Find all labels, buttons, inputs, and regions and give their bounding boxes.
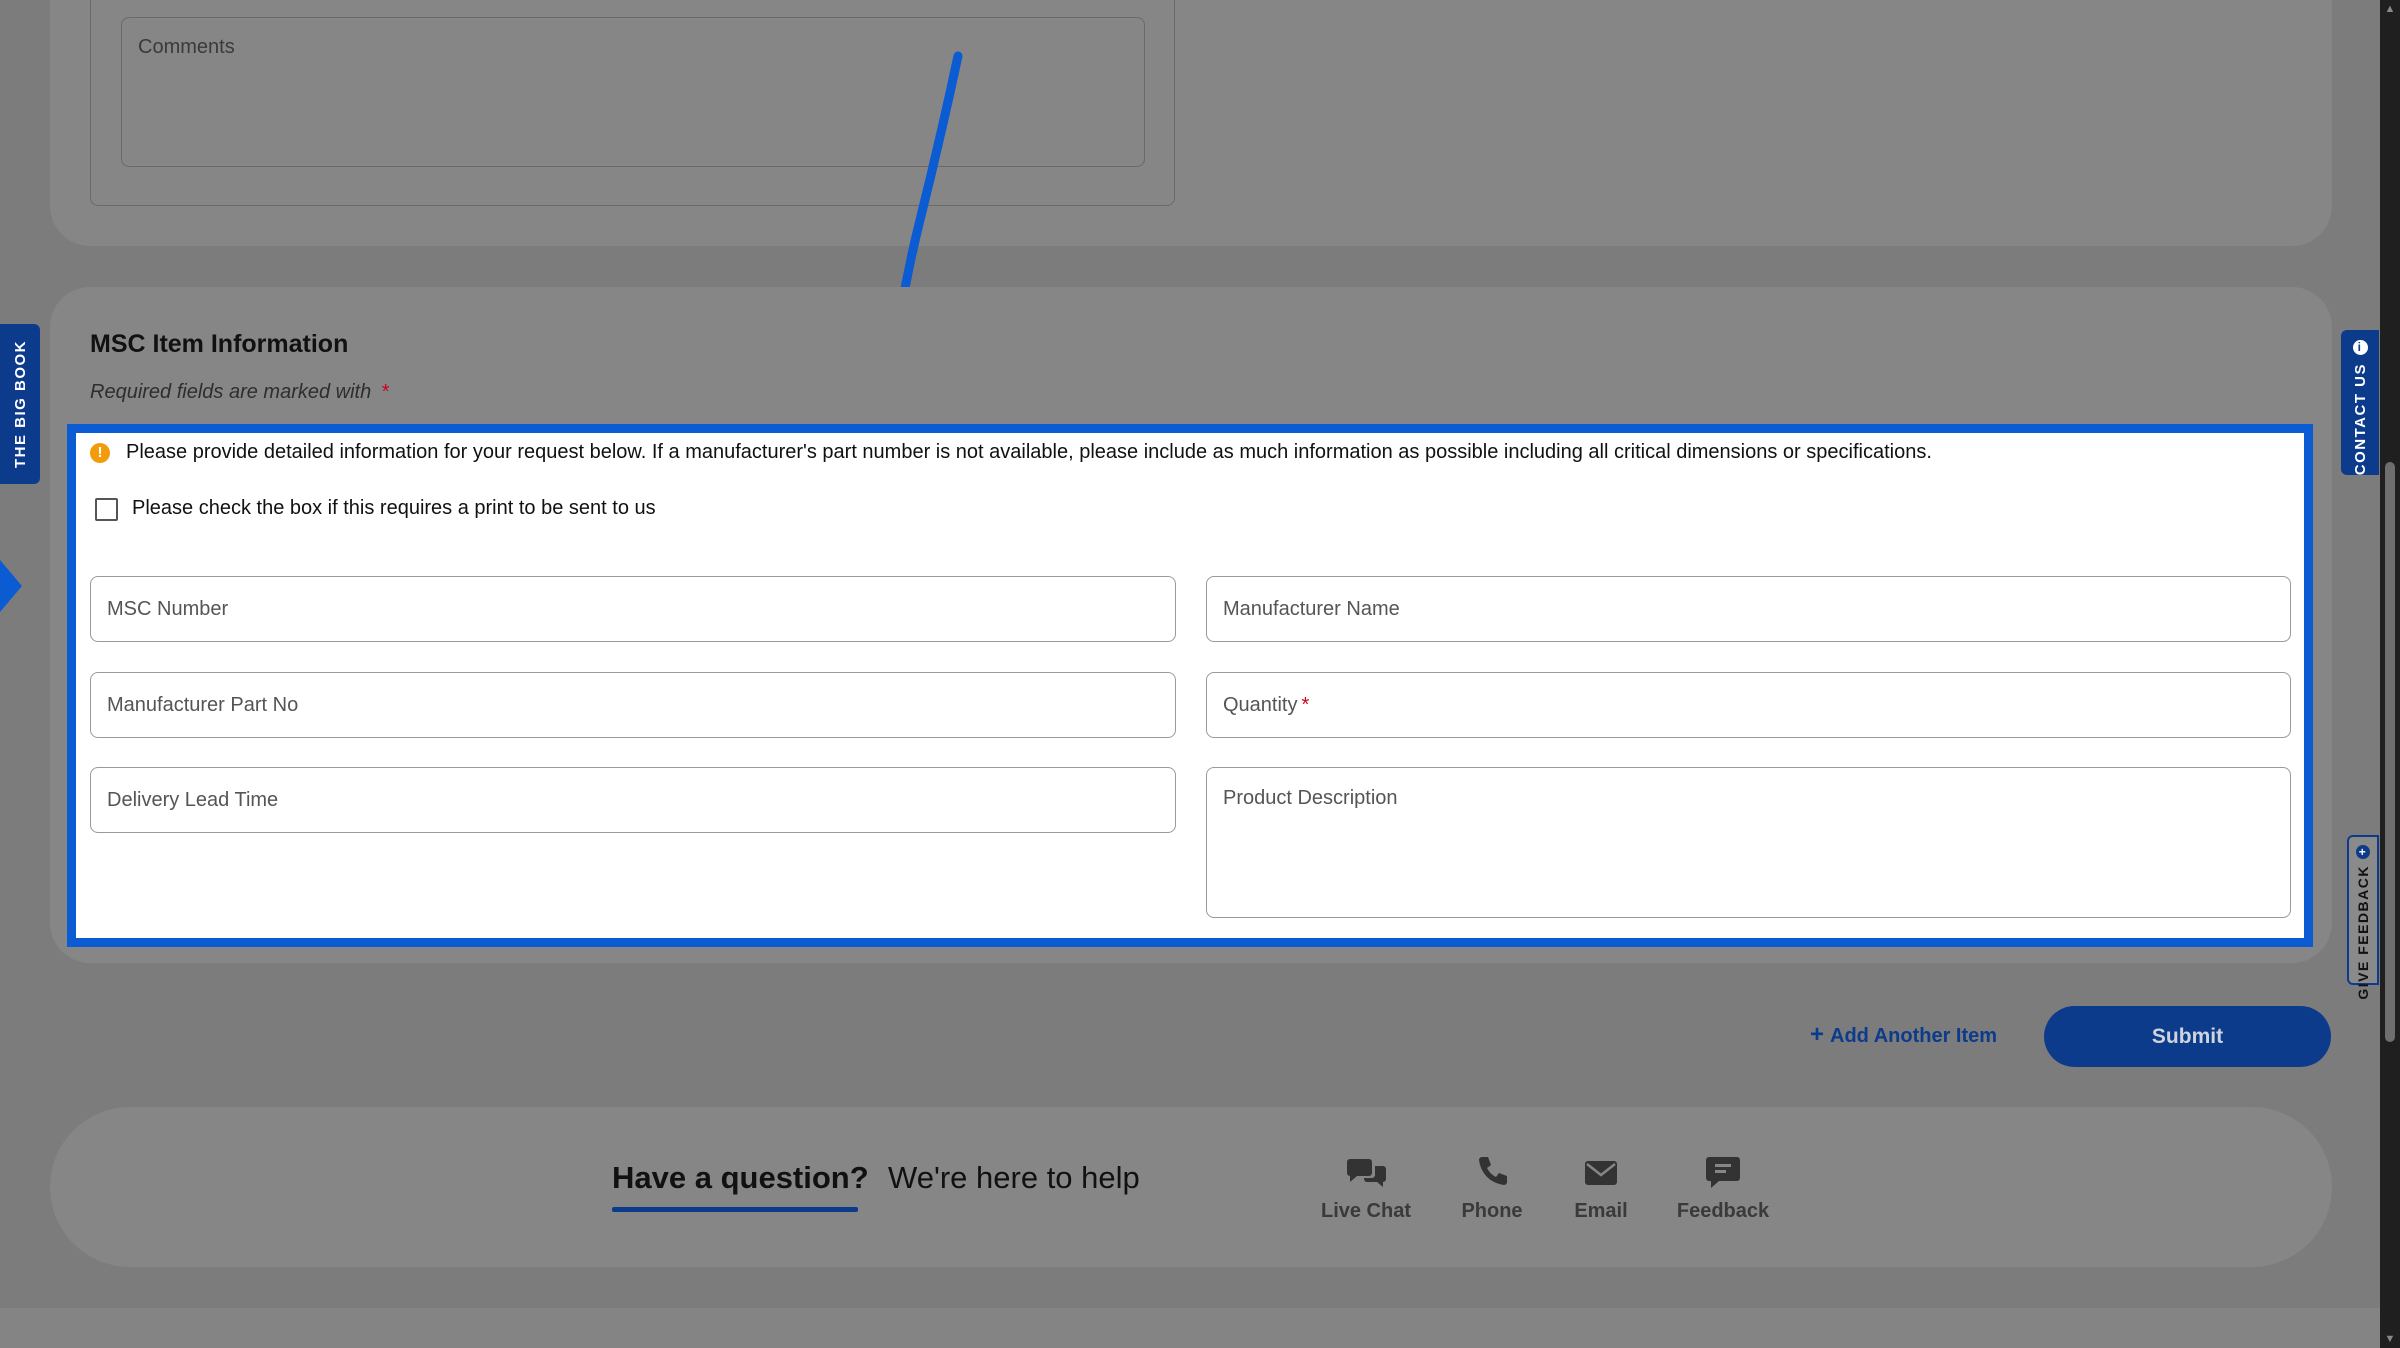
feedback-label: Feedback [1676, 1200, 1770, 1222]
required-asterisk: * [380, 381, 389, 403]
required-note: Required fields are marked with * [90, 381, 389, 404]
help-subtitle: We're here to help [888, 1160, 1140, 1195]
info-message: Please provide detailed information for … [126, 441, 1932, 463]
required-note-text: Required fields are marked with [90, 381, 372, 403]
product-description-textarea[interactable]: Product Description [1206, 767, 2291, 918]
feedback-icon [1706, 1157, 1740, 1188]
delivery-lead-time-input[interactable]: Delivery Lead Time [90, 767, 1176, 833]
big-book-tab[interactable]: THE BIG BOOK [0, 324, 40, 484]
feedback-option[interactable]: Feedback [1673, 1155, 1773, 1223]
phone-label: Phone [1461, 1200, 1523, 1222]
give-feedback-label: GIVE FEEDBACK [2355, 865, 2371, 1000]
envelope-icon [1585, 1161, 1617, 1185]
submit-button[interactable]: Submit [2044, 1006, 2331, 1067]
help-title-underline [612, 1207, 858, 1212]
phone-option[interactable]: Phone [1452, 1155, 1532, 1223]
add-another-item-label: Add Another Item [1830, 1025, 1998, 1047]
plus-icon: + [1810, 1021, 1825, 1048]
left-expand-arrow-icon[interactable] [0, 560, 24, 612]
help-title[interactable]: Have a question? [612, 1160, 869, 1196]
live-chat-option[interactable]: Live Chat [1318, 1155, 1414, 1223]
print-checkbox-label: Please check the box if this requires a … [132, 497, 656, 519]
email-option[interactable]: Email [1561, 1155, 1641, 1223]
scrollbar-thumb[interactable] [2385, 462, 2395, 1042]
manufacturer-part-no-input[interactable]: Manufacturer Part No [90, 672, 1176, 738]
footer-strip [0, 1308, 2380, 1348]
contact-us-label: CONTACT US [2351, 363, 2369, 476]
quantity-input[interactable]: Quantity * [1206, 672, 2291, 738]
contact-us-tab[interactable]: i CONTACT US [2341, 330, 2379, 475]
email-label: Email [1574, 1200, 1628, 1222]
quantity-required-asterisk: * [1301, 693, 1310, 716]
phone-icon [1479, 1157, 1507, 1185]
help-bar [50, 1107, 2332, 1267]
scrollbar-up-arrow-icon[interactable]: ▲ [2380, 0, 2400, 18]
print-checkbox[interactable] [95, 498, 118, 521]
quantity-label: Quantity [1223, 693, 1298, 716]
add-another-item-button[interactable]: + Add Another Item [1810, 1021, 1997, 1049]
manufacturer-name-input[interactable]: Manufacturer Name [1206, 576, 2291, 642]
live-chat-label: Live Chat [1320, 1200, 1412, 1222]
section-title: MSC Item Information [90, 330, 349, 358]
chat-bubbles-icon [1347, 1159, 1386, 1187]
give-feedback-tab[interactable]: + GIVE FEEDBACK [2347, 835, 2379, 1000]
info-icon: i [2352, 340, 2368, 355]
big-book-tab-label: THE BIG BOOK [11, 339, 29, 468]
comments-textarea[interactable]: Comments [121, 17, 1145, 167]
feedback-plus-icon: + [2356, 845, 2370, 859]
warning-icon: ! [90, 443, 110, 463]
scrollbar-down-arrow-icon[interactable]: ▼ [2380, 1330, 2400, 1348]
msc-number-input[interactable]: MSC Number [90, 576, 1176, 642]
